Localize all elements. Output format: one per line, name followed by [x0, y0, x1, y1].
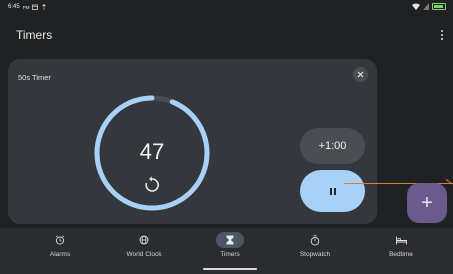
pause-button[interactable]: [300, 170, 365, 212]
globe-icon: [139, 235, 149, 245]
overflow-dot: [441, 38, 443, 40]
overflow-dot: [441, 34, 443, 36]
bed-icon: [395, 236, 407, 244]
nav-label: World Clock: [126, 251, 162, 258]
plus-icon: +: [421, 192, 433, 214]
wifi-icon: [412, 3, 420, 10]
status-ampm: PM: [22, 4, 30, 10]
nav-item-bedtime[interactable]: Bedtime: [361, 232, 441, 268]
nav-label: Alarms: [49, 251, 71, 258]
signal-icon: [423, 3, 429, 10]
more-options-button[interactable]: [438, 28, 446, 42]
nav-item-alarms[interactable]: Alarms: [20, 232, 100, 268]
delete-timer-button[interactable]: [353, 67, 368, 82]
status-time: 6:45: [8, 4, 20, 10]
status-left: 6:45 PM: [8, 4, 47, 10]
status-bar: 6:45 PM: [0, 0, 453, 16]
home-indicator: [203, 268, 257, 270]
close-icon: [357, 71, 364, 78]
nav-item-timers[interactable]: Timers: [190, 232, 270, 268]
nav-item-world-clock[interactable]: World Clock: [104, 232, 184, 268]
stopwatch-icon: [310, 234, 320, 246]
sync-icon: [42, 4, 47, 10]
alarm-icon: [55, 235, 65, 245]
active-indicator: [216, 232, 244, 248]
battery-icon: [432, 3, 446, 10]
pause-icon: [329, 187, 336, 195]
overflow-dot: [441, 30, 443, 32]
nav-label: Timers: [220, 251, 240, 258]
time-remaining: 47: [139, 139, 165, 164]
reset-icon[interactable]: [142, 175, 162, 195]
timer-label[interactable]: 50s Timer: [18, 73, 51, 82]
nav-item-stopwatch[interactable]: Stopwatch: [275, 232, 355, 268]
add-timer-button[interactable]: +: [407, 183, 447, 223]
hourglass-icon: [226, 235, 234, 245]
nav-label: Stopwatch: [299, 251, 331, 258]
timer-card: 50s Timer 47 +1:00: [8, 59, 377, 224]
page-title: Timers: [16, 28, 53, 42]
calendar-icon: [32, 4, 39, 10]
nav-label: Bedtime: [389, 251, 413, 258]
status-right: [412, 3, 446, 10]
add-minute-button[interactable]: +1:00: [300, 128, 365, 164]
